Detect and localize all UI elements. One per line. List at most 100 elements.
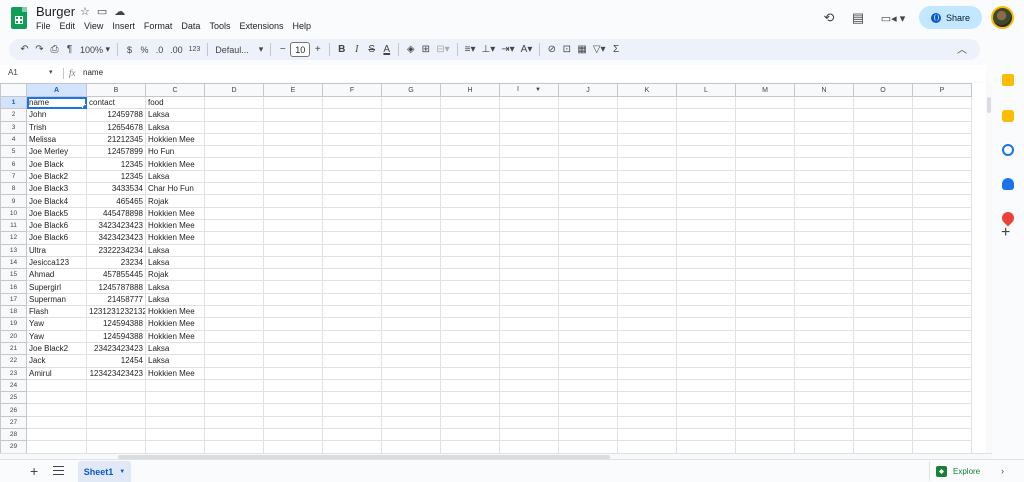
cell-m5[interactable]	[735, 145, 795, 159]
cell-a8[interactable]: Joe Black3	[26, 182, 87, 196]
cell-o29[interactable]	[853, 440, 913, 453]
row-header[interactable]: 7	[0, 169, 27, 184]
column-header-e[interactable]: E	[263, 83, 323, 97]
cell-h3[interactable]	[440, 120, 500, 134]
cell-f8[interactable]	[322, 182, 382, 196]
cell-b8[interactable]: 3433534	[86, 182, 146, 196]
cell-i5[interactable]	[499, 145, 559, 159]
cell-n7[interactable]	[794, 169, 854, 184]
cell-e24[interactable]	[263, 378, 323, 393]
row-header[interactable]: 28	[0, 428, 27, 442]
row-header[interactable]: 21	[0, 341, 27, 356]
cell-g1[interactable]	[381, 95, 441, 110]
cell-o26[interactable]	[853, 403, 913, 417]
filter-icon[interactable]: ▽▾	[590, 41, 609, 59]
cell-a11[interactable]: Joe Black6	[26, 218, 87, 233]
avatar[interactable]	[991, 6, 1014, 29]
cell-n23[interactable]	[794, 366, 854, 380]
cell-p20[interactable]	[912, 329, 972, 343]
row-header[interactable]: 11	[0, 218, 27, 233]
cell-l6[interactable]	[676, 157, 736, 171]
cell-j3[interactable]	[558, 120, 618, 134]
cell-h21[interactable]	[440, 341, 500, 356]
cell-c11[interactable]: Hokkien Mee	[145, 218, 205, 233]
cell-i3[interactable]	[499, 120, 559, 134]
cell-m3[interactable]	[735, 120, 795, 134]
cell-i6[interactable]	[499, 157, 559, 171]
cell-g12[interactable]	[381, 231, 441, 245]
cell-h20[interactable]	[440, 329, 500, 343]
cell-a18[interactable]: Flash	[26, 305, 87, 319]
cell-a12[interactable]: Joe Black6	[26, 231, 87, 245]
zoom-select[interactable]: 100% ▾	[77, 41, 113, 59]
cell-p9[interactable]	[912, 194, 972, 208]
cell-o5[interactable]	[853, 145, 913, 159]
cell-d17[interactable]	[204, 292, 264, 307]
cell-e2[interactable]	[263, 108, 323, 122]
cell-a7[interactable]: Joe Black2	[26, 169, 87, 184]
cell-h24[interactable]	[440, 378, 500, 393]
cell-d21[interactable]	[204, 341, 264, 356]
cloud-status-icon[interactable]: ☁	[114, 5, 125, 18]
cell-b16[interactable]: 1245787888	[86, 280, 146, 294]
column-header-j[interactable]: J	[558, 83, 618, 97]
cell-i11[interactable]	[499, 218, 559, 233]
merge-cells-icon[interactable]: ⊟▾	[433, 41, 452, 59]
cell-m18[interactable]	[735, 305, 795, 319]
cell-c8[interactable]: Char Ho Fun	[145, 182, 205, 196]
cell-i13[interactable]	[499, 243, 559, 257]
cell-o7[interactable]	[853, 169, 913, 184]
row-header[interactable]: 12	[0, 231, 27, 245]
cell-f23[interactable]	[322, 366, 382, 380]
cell-h13[interactable]	[440, 243, 500, 257]
increase-decimal-button[interactable]: .00	[167, 41, 186, 59]
cell-j1[interactable]	[558, 95, 618, 110]
cell-f11[interactable]	[322, 218, 382, 233]
cell-l13[interactable]	[676, 243, 736, 257]
cell-b12[interactable]: 3423423423	[86, 231, 146, 245]
cell-c10[interactable]: Hokkien Mee	[145, 206, 205, 220]
cell-f7[interactable]	[322, 169, 382, 184]
keep-icon[interactable]	[1002, 110, 1014, 122]
cell-l19[interactable]	[676, 317, 736, 331]
row-header[interactable]: 13	[0, 243, 27, 257]
cell-d5[interactable]	[204, 145, 264, 159]
cell-k2[interactable]	[617, 108, 677, 122]
cell-j25[interactable]	[558, 391, 618, 405]
cell-f29[interactable]	[322, 440, 382, 453]
column-header-o[interactable]: O	[853, 83, 913, 97]
cell-i29[interactable]	[499, 440, 559, 453]
cell-i10[interactable]	[499, 206, 559, 220]
cell-i28[interactable]	[499, 428, 559, 442]
cell-g20[interactable]	[381, 329, 441, 343]
contacts-icon[interactable]	[1002, 178, 1014, 190]
cell-m6[interactable]	[735, 157, 795, 171]
cell-e14[interactable]	[263, 255, 323, 270]
cell-k13[interactable]	[617, 243, 677, 257]
cell-n4[interactable]	[794, 132, 854, 147]
cell-d15[interactable]	[204, 268, 264, 282]
redo-icon[interactable]: ↷	[32, 41, 47, 59]
cell-i2[interactable]	[499, 108, 559, 122]
cell-b21[interactable]: 23423423423	[86, 341, 146, 356]
cell-l4[interactable]	[676, 132, 736, 147]
undo-icon[interactable]: ↶	[17, 41, 32, 59]
cell-e15[interactable]	[263, 268, 323, 282]
cell-e12[interactable]	[263, 231, 323, 245]
row-header[interactable]: 1	[0, 95, 27, 110]
cell-g22[interactable]	[381, 354, 441, 368]
column-header-i[interactable]: I ▼	[499, 83, 559, 97]
percent-format-button[interactable]: %	[137, 41, 152, 59]
cell-p28[interactable]	[912, 428, 972, 442]
cell-b11[interactable]: 3423423423	[86, 218, 146, 233]
cell-a13[interactable]: Ultra	[26, 243, 87, 257]
cell-l27[interactable]	[676, 415, 736, 430]
cell-i19[interactable]	[499, 317, 559, 331]
cell-m23[interactable]	[735, 366, 795, 380]
cell-f22[interactable]	[322, 354, 382, 368]
cell-e3[interactable]	[263, 120, 323, 134]
cell-j24[interactable]	[558, 378, 618, 393]
cell-a2[interactable]: John	[26, 108, 87, 122]
cell-c18[interactable]: Hokkien Mee	[145, 305, 205, 319]
cell-h8[interactable]	[440, 182, 500, 196]
